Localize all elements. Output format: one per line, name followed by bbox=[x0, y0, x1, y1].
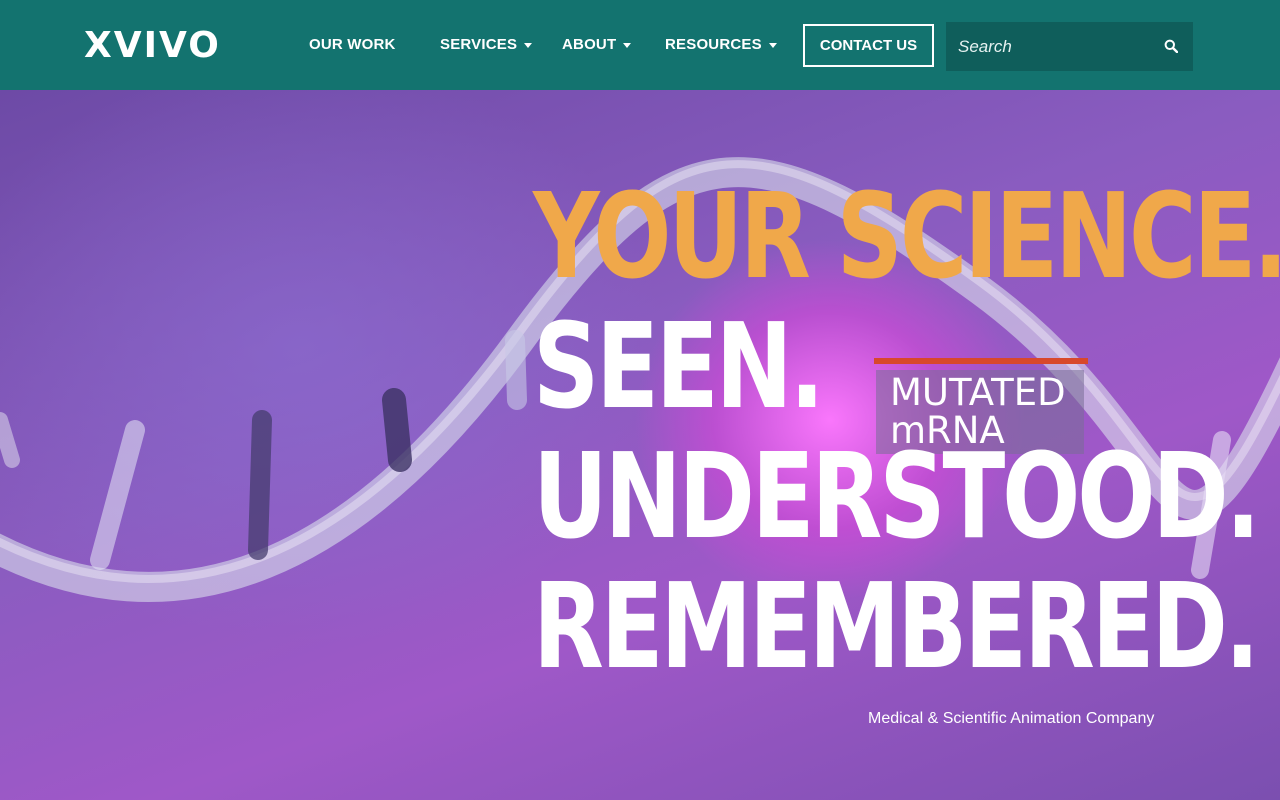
chevron-down-icon bbox=[623, 43, 632, 48]
hero-subtitle: Medical & Scientific Animation Company bbox=[868, 710, 1155, 727]
headline-your-science: YOUR SCIENCE. bbox=[533, 167, 1280, 305]
nav-resources-label: RESOURCES bbox=[665, 36, 762, 53]
nav-our-work-label: OUR WORK bbox=[309, 36, 396, 53]
label-line-1: MUTATED bbox=[890, 371, 1066, 414]
headline-remembered: REMEMBERED. bbox=[533, 557, 1260, 695]
nav-resources[interactable]: RESOURCES bbox=[665, 36, 777, 53]
headline-understood: UNDERSTOOD. bbox=[533, 427, 1261, 565]
site-header: XVIVO OUR WORK SERVICES ABOUT RESOURCES … bbox=[0, 0, 1280, 90]
nav-about-label: ABOUT bbox=[562, 36, 617, 53]
hero-section: YOUR SCIENCE. SEEN. MUTATED mRNA UNDERST… bbox=[0, 90, 1280, 800]
chevron-down-icon bbox=[524, 43, 533, 48]
nav-services[interactable]: SERVICES bbox=[440, 36, 533, 53]
search-box bbox=[946, 22, 1193, 71]
xvivo-logo[interactable]: XVIVO bbox=[84, 26, 221, 66]
contact-us-button[interactable]: CONTACT US bbox=[803, 24, 934, 67]
headline-seen: SEEN. bbox=[533, 297, 825, 435]
nav-about[interactable]: ABOUT bbox=[562, 36, 632, 53]
chevron-down-icon bbox=[768, 43, 777, 48]
search-icon[interactable] bbox=[1164, 39, 1178, 53]
label-bar bbox=[874, 358, 1088, 364]
search-input[interactable] bbox=[946, 22, 1158, 71]
nav-our-work[interactable]: OUR WORK bbox=[309, 36, 396, 53]
nav-services-label: SERVICES bbox=[440, 36, 518, 53]
